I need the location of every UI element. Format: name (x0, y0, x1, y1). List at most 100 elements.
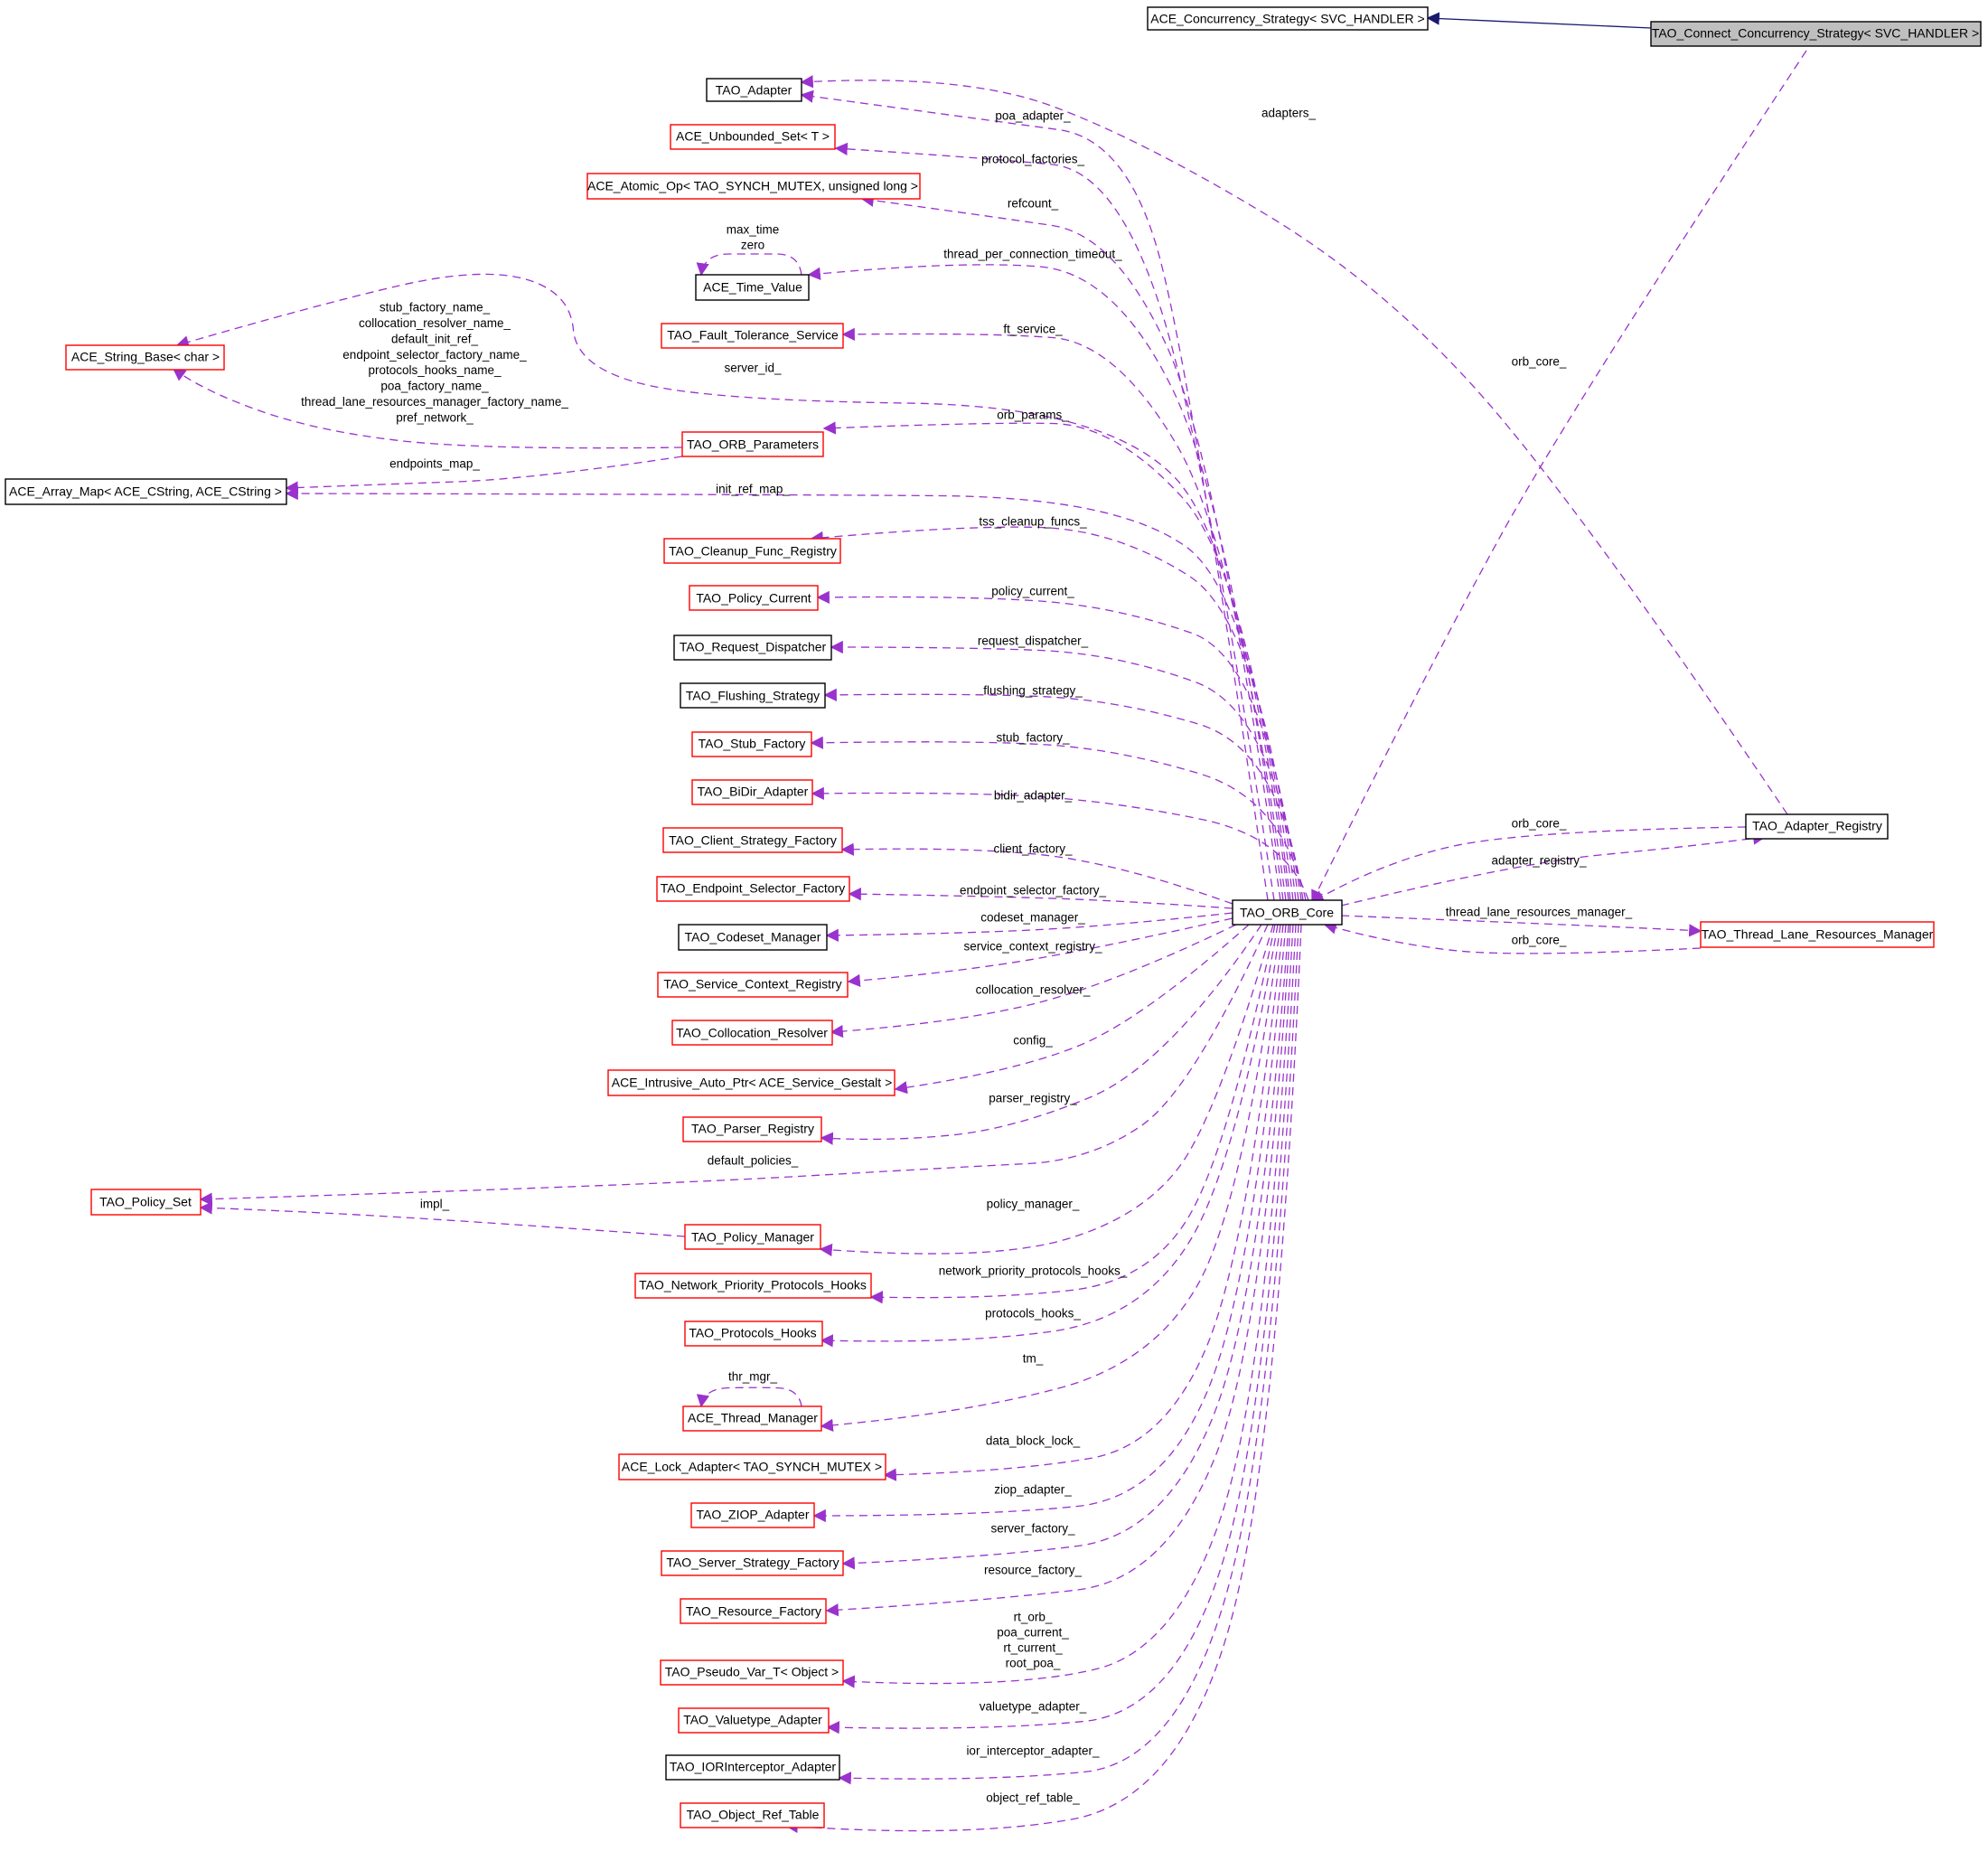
edge-label: poa_current_ (997, 1626, 1069, 1640)
node-timeval[interactable]: ACE_Time_Value (695, 274, 810, 301)
node-serverf[interactable]: TAO_Server_Strategy_Factory (661, 1550, 844, 1576)
node-label: ACE_String_Base< char > (71, 350, 220, 364)
node-objref[interactable]: TAO_Object_Ref_Table (680, 1802, 825, 1828)
node-reqdisp[interactable]: TAO_Request_Dispatcher (673, 634, 832, 661)
node-clientf[interactable]: TAO_Client_Strategy_Factory (662, 827, 843, 853)
node-label: TAO_Server_Strategy_Factory (666, 1556, 839, 1570)
edge-labels-layer: orb_core_ adapters_ poa_adapter_ protocol_f… (301, 107, 1633, 1805)
usage-arrow (696, 1386, 802, 1408)
node-label: TAO_Adapter (716, 83, 792, 98)
node-ace-conc[interactable]: ACE_Concurrency_Strategy< SVC_HANDLER > (1147, 6, 1429, 31)
node-label: TAO_Valuetype_Adapter (683, 1713, 822, 1727)
node-endsel[interactable]: TAO_Endpoint_Selector_Factory (656, 876, 850, 902)
edge-orbcore-to-stubf (810, 736, 1307, 901)
node-ft[interactable]: TAO_Fault_Tolerance_Service (661, 323, 844, 349)
edge-label: config_ (1013, 1034, 1053, 1048)
edge-orbcore-to-ziop (812, 924, 1287, 1523)
node-protohooks[interactable]: TAO_Protocols_Hooks (684, 1321, 823, 1347)
node-stubf[interactable]: TAO_Stub_Factory (691, 731, 812, 757)
edge-label: endpoints_map_ (389, 457, 480, 471)
edge-label: poa_factory_name_ (380, 380, 489, 393)
node-label: TAO_Flushing_Strategy (686, 689, 820, 703)
node-tlrm[interactable]: TAO_Thread_Lane_Resources_Manager (1700, 921, 1935, 948)
usage-arrow (869, 924, 1276, 1304)
node-adapter[interactable]: TAO_Adapter (706, 78, 802, 102)
node-pseudo[interactable]: TAO_Pseudo_Var_T< Object > (660, 1659, 844, 1686)
node-label: ACE_Lock_Adapter< TAO_SYNCH_MUTEX > (622, 1460, 882, 1474)
collaboration-diagram: orb_core_ adapters_ poa_adapter_ protocol_f… (0, 0, 1988, 1861)
node-flush[interactable]: TAO_Flushing_Strategy (680, 682, 826, 709)
edge-orbcore-to-thrmgr (820, 924, 1281, 1432)
node-parser[interactable]: TAO_Parser_Registry (682, 1116, 822, 1142)
node-ziop[interactable]: TAO_ZIOP_Adapter (690, 1502, 815, 1528)
node-strbase[interactable]: ACE_String_Base< char > (65, 344, 225, 371)
node-polset[interactable]: TAO_Policy_Set (90, 1189, 202, 1216)
usage-arrow (1340, 832, 1767, 907)
edge-label: ziop_adapter_ (994, 1483, 1072, 1497)
edge-label: default_init_ref_ (391, 332, 479, 345)
node-polmgr[interactable]: TAO_Policy_Manager (684, 1224, 821, 1250)
edge-label: policy_manager_ (987, 1198, 1080, 1211)
node-thrmgr[interactable]: ACE_Thread_Manager (682, 1405, 822, 1432)
edge-adreg-to-adapter (800, 75, 1788, 815)
edge-label: thread_lane_resources_manager_ (1446, 906, 1633, 919)
usage-arrow (838, 924, 1299, 1785)
edge-tao_conc-to-ace_conc (1426, 12, 1652, 29)
edge-orbcore-to-orbparams (822, 421, 1291, 901)
node-label: TAO_Service_Context_Registry (663, 977, 841, 992)
node-tao-conc[interactable]: TAO_Connect_Concurrency_Strategy< SVC_HA… (1650, 21, 1982, 47)
edge-label: protocol_factories_ (981, 153, 1085, 166)
usage-arrow (199, 1201, 686, 1237)
node-intrusive[interactable]: ACE_Intrusive_Auto_Ptr< ACE_Service_Gest… (607, 1069, 896, 1096)
edge-label: flushing_strategy_ (983, 684, 1083, 698)
usage-arrow (883, 924, 1284, 1481)
node-orbparams[interactable]: TAO_ORB_Parameters (681, 431, 824, 457)
edge-label: pref_network_ (396, 410, 474, 424)
node-unbset[interactable]: ACE_Unbounded_Set< T > (670, 124, 836, 150)
edge-orbcore-to-lockad (883, 924, 1284, 1481)
edge-label: thread_lane_resources_manager_factory_na… (301, 395, 568, 409)
usage-arrow (841, 924, 1289, 1570)
node-orbcore[interactable]: TAO_ORB_Core (1232, 899, 1343, 926)
usage-arrow (810, 736, 1307, 901)
node-label: ACE_Intrusive_Auto_Ptr< ACE_Service_Gest… (612, 1076, 893, 1090)
node-cleanup[interactable]: TAO_Cleanup_Func_Registry (663, 538, 841, 564)
node-colloc[interactable]: TAO_Collocation_Resolver (671, 1020, 833, 1046)
node-resf[interactable]: TAO_Resource_Factory (680, 1598, 827, 1624)
edge-tao_conc-to-orbcore (1311, 50, 1807, 904)
node-codeset[interactable]: TAO_Codeset_Manager (678, 924, 828, 951)
node-lockad[interactable]: ACE_Lock_Adapter< TAO_SYNCH_MUTEX > (618, 1453, 886, 1480)
node-label: TAO_Thread_Lane_Resources_Manager (1702, 927, 1934, 942)
edge-polmgr-to-polset (199, 1201, 686, 1237)
edge-orbcore-to-netprio (869, 924, 1276, 1304)
node-label: TAO_Request_Dispatcher (680, 640, 827, 654)
usage-arrow (807, 264, 1284, 901)
node-iorint[interactable]: TAO_IORInterceptor_Adapter (665, 1754, 840, 1781)
inheritance-arrow (1426, 12, 1652, 29)
edge-label: codeset_manager_ (980, 911, 1085, 925)
edge-orbparams-to-arraymap (285, 456, 683, 494)
node-label: TAO_Protocols_Hooks (689, 1326, 816, 1340)
node-label: TAO_ORB_Core (1240, 906, 1334, 920)
node-arraymap[interactable]: ACE_Array_Map< ACE_CString, ACE_CString … (5, 478, 287, 505)
edge-label: object_ref_table_ (986, 1791, 1080, 1805)
edge-label: tm_ (1023, 1352, 1044, 1366)
edge-label: zero (741, 239, 764, 252)
edge-label: max_time (727, 223, 780, 237)
usage-arrow (820, 924, 1281, 1432)
usage-arrow (822, 421, 1291, 901)
node-atomic[interactable]: ACE_Atomic_Op< TAO_SYNCH_MUTEX, unsigned… (586, 173, 921, 200)
edge-label: thr_mgr_ (728, 1370, 778, 1384)
node-bidir[interactable]: TAO_BiDir_Adapter (691, 779, 813, 805)
node-adreg[interactable]: TAO_Adapter_Registry (1745, 813, 1889, 840)
node-label: TAO_Collocation_Resolver (676, 1026, 828, 1040)
node-netprio[interactable]: TAO_Network_Priority_Protocols_Hooks (634, 1273, 872, 1299)
usage-arrow (784, 924, 1302, 1834)
node-polcur[interactable]: TAO_Policy_Current (689, 585, 819, 611)
edge-label: rt_orb_ (1014, 1611, 1053, 1624)
edge-timeval-to-timeval (696, 253, 802, 277)
node-svcctx[interactable]: TAO_Service_Context_Registry (657, 972, 849, 998)
edge-orbcore-to-objref (784, 924, 1302, 1834)
node-valuetype[interactable]: TAO_Valuetype_Adapter (678, 1707, 830, 1734)
edge-label: orb_core_ (1512, 934, 1567, 947)
